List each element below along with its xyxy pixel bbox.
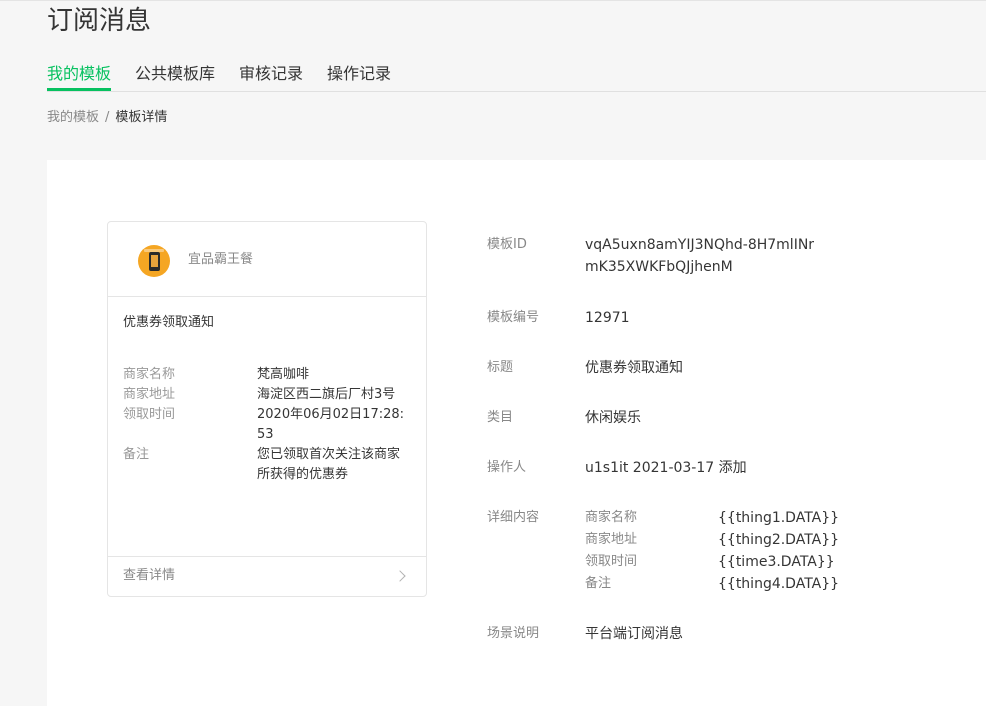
detail-label: 模板编号 — [487, 310, 540, 325]
detail-row-template-id: 模板ID vqA5uxn8amYIJ3NQhd-8H7mlINrmK35XWKF… — [487, 234, 825, 278]
content-field-value: {{thing4.DATA}} — [718, 576, 840, 592]
preview-field-key: 商家名称 — [123, 367, 176, 382]
subscription-message-page: 订阅消息 我的模板 公共模板库 审核记录 操作记录 我的模板 / 模板详情 宜品霸王… — [0, 0, 986, 706]
template-no-value: 12971 — [585, 310, 630, 326]
content-field-key: 备注 — [585, 576, 612, 591]
preview-field-row: 备注 您已领取首次关注该商家所获得的优惠券 — [123, 445, 423, 485]
preview-field-value: 海淀区西二旗后厂村3号 — [257, 387, 396, 402]
top-divider — [0, 0, 986, 1]
content-field-value: {{thing1.DATA}} — [718, 510, 840, 526]
detail-row-scene: 场景说明 平台端订阅消息 — [487, 623, 683, 645]
preview-field-row: 领取时间 2020年06月02日17:28:53 — [123, 405, 423, 445]
detail-row-template-no: 模板编号 12971 — [487, 307, 630, 329]
message-preview-card: 宜品霸王餐 优惠券领取通知 商家名称 梵高咖啡 商家地址 海淀区西二旗后厂村3号… — [107, 221, 427, 597]
page-title: 订阅消息 — [47, 6, 152, 36]
tab-review-records[interactable]: 审核记录 — [239, 60, 303, 91]
tab-bar: 我的模板 公共模板库 审核记录 操作记录 — [47, 60, 415, 91]
preview-field-value: 梵高咖啡 — [257, 367, 310, 382]
content-field-row: 备注 {{thing4.DATA}} — [585, 573, 839, 595]
preview-title: 优惠券领取通知 — [123, 315, 215, 330]
preview-field-key: 领取时间 — [123, 407, 176, 422]
breadcrumb-parent-link[interactable]: 我的模板 — [47, 110, 99, 125]
view-details-link[interactable]: 查看详情 — [108, 556, 426, 596]
view-details-label: 查看详情 — [123, 568, 176, 583]
scene-value: 平台端订阅消息 — [585, 626, 683, 642]
template-id-value: vqA5uxn8amYIJ3NQhd-8H7mlINrmK35XWKFbQJjh… — [585, 237, 815, 275]
breadcrumb-separator: / — [105, 110, 110, 125]
preview-card-header: 宜品霸王餐 — [108, 222, 426, 297]
detail-label: 详细内容 — [487, 510, 540, 525]
preview-field-row: 商家名称 梵高咖啡 — [123, 365, 423, 385]
content-field-value: {{time3.DATA}} — [718, 554, 835, 570]
tab-operation-records[interactable]: 操作记录 — [327, 60, 391, 91]
shop-avatar — [138, 245, 170, 277]
preview-field-row: 商家地址 海淀区西二旗后厂村3号 — [123, 385, 423, 405]
detail-row-content: 详细内容 商家名称 {{thing1.DATA}} 商家地址 {{thing2.… — [487, 507, 839, 595]
operator-value: u1s1it 2021-03-17 添加 — [585, 460, 747, 476]
preview-field-key: 商家地址 — [123, 387, 176, 402]
detail-row-category: 类目 休闲娱乐 — [487, 407, 641, 429]
category-value: 休闲娱乐 — [585, 410, 641, 426]
detail-label: 操作人 — [487, 460, 527, 475]
detail-label: 模板ID — [487, 237, 527, 252]
detail-row-operator: 操作人 u1s1it 2021-03-17 添加 — [487, 457, 747, 479]
content-field-value: {{thing2.DATA}} — [718, 532, 840, 548]
content-field-key: 商家地址 — [585, 532, 638, 547]
detail-row-title: 标题 优惠券领取通知 — [487, 357, 683, 379]
content-fields: 商家名称 {{thing1.DATA}} 商家地址 {{thing2.DATA}… — [585, 507, 839, 595]
breadcrumb: 我的模板 / 模板详情 — [47, 108, 167, 128]
breadcrumb-current: 模板详情 — [115, 110, 168, 125]
title-value: 优惠券领取通知 — [585, 360, 683, 376]
preview-shop-name: 宜品霸王餐 — [188, 252, 254, 267]
content-field-row: 领取时间 {{time3.DATA}} — [585, 551, 839, 573]
detail-label: 标题 — [487, 360, 514, 375]
tab-public-library[interactable]: 公共模板库 — [135, 60, 215, 91]
content-field-key: 领取时间 — [585, 554, 638, 569]
content-field-key: 商家名称 — [585, 510, 638, 525]
chevron-right-icon — [394, 570, 406, 582]
preview-field-key: 备注 — [123, 447, 150, 462]
preview-fields: 商家名称 梵高咖啡 商家地址 海淀区西二旗后厂村3号 领取时间 2020年06月… — [123, 365, 423, 485]
detail-label: 场景说明 — [487, 626, 540, 641]
content-field-row: 商家地址 {{thing2.DATA}} — [585, 529, 839, 551]
tab-my-templates[interactable]: 我的模板 — [47, 60, 112, 91]
content-field-row: 商家名称 {{thing1.DATA}} — [585, 507, 839, 529]
preview-field-value: 您已领取首次关注该商家所获得的优惠券 — [257, 447, 401, 482]
tabs-divider — [47, 91, 986, 92]
detail-label: 类目 — [487, 410, 514, 425]
template-detail-panel: 宜品霸王餐 优惠券领取通知 商家名称 梵高咖啡 商家地址 海淀区西二旗后厂村3号… — [47, 160, 986, 706]
preview-field-value: 2020年06月02日17:28:53 — [257, 407, 405, 442]
